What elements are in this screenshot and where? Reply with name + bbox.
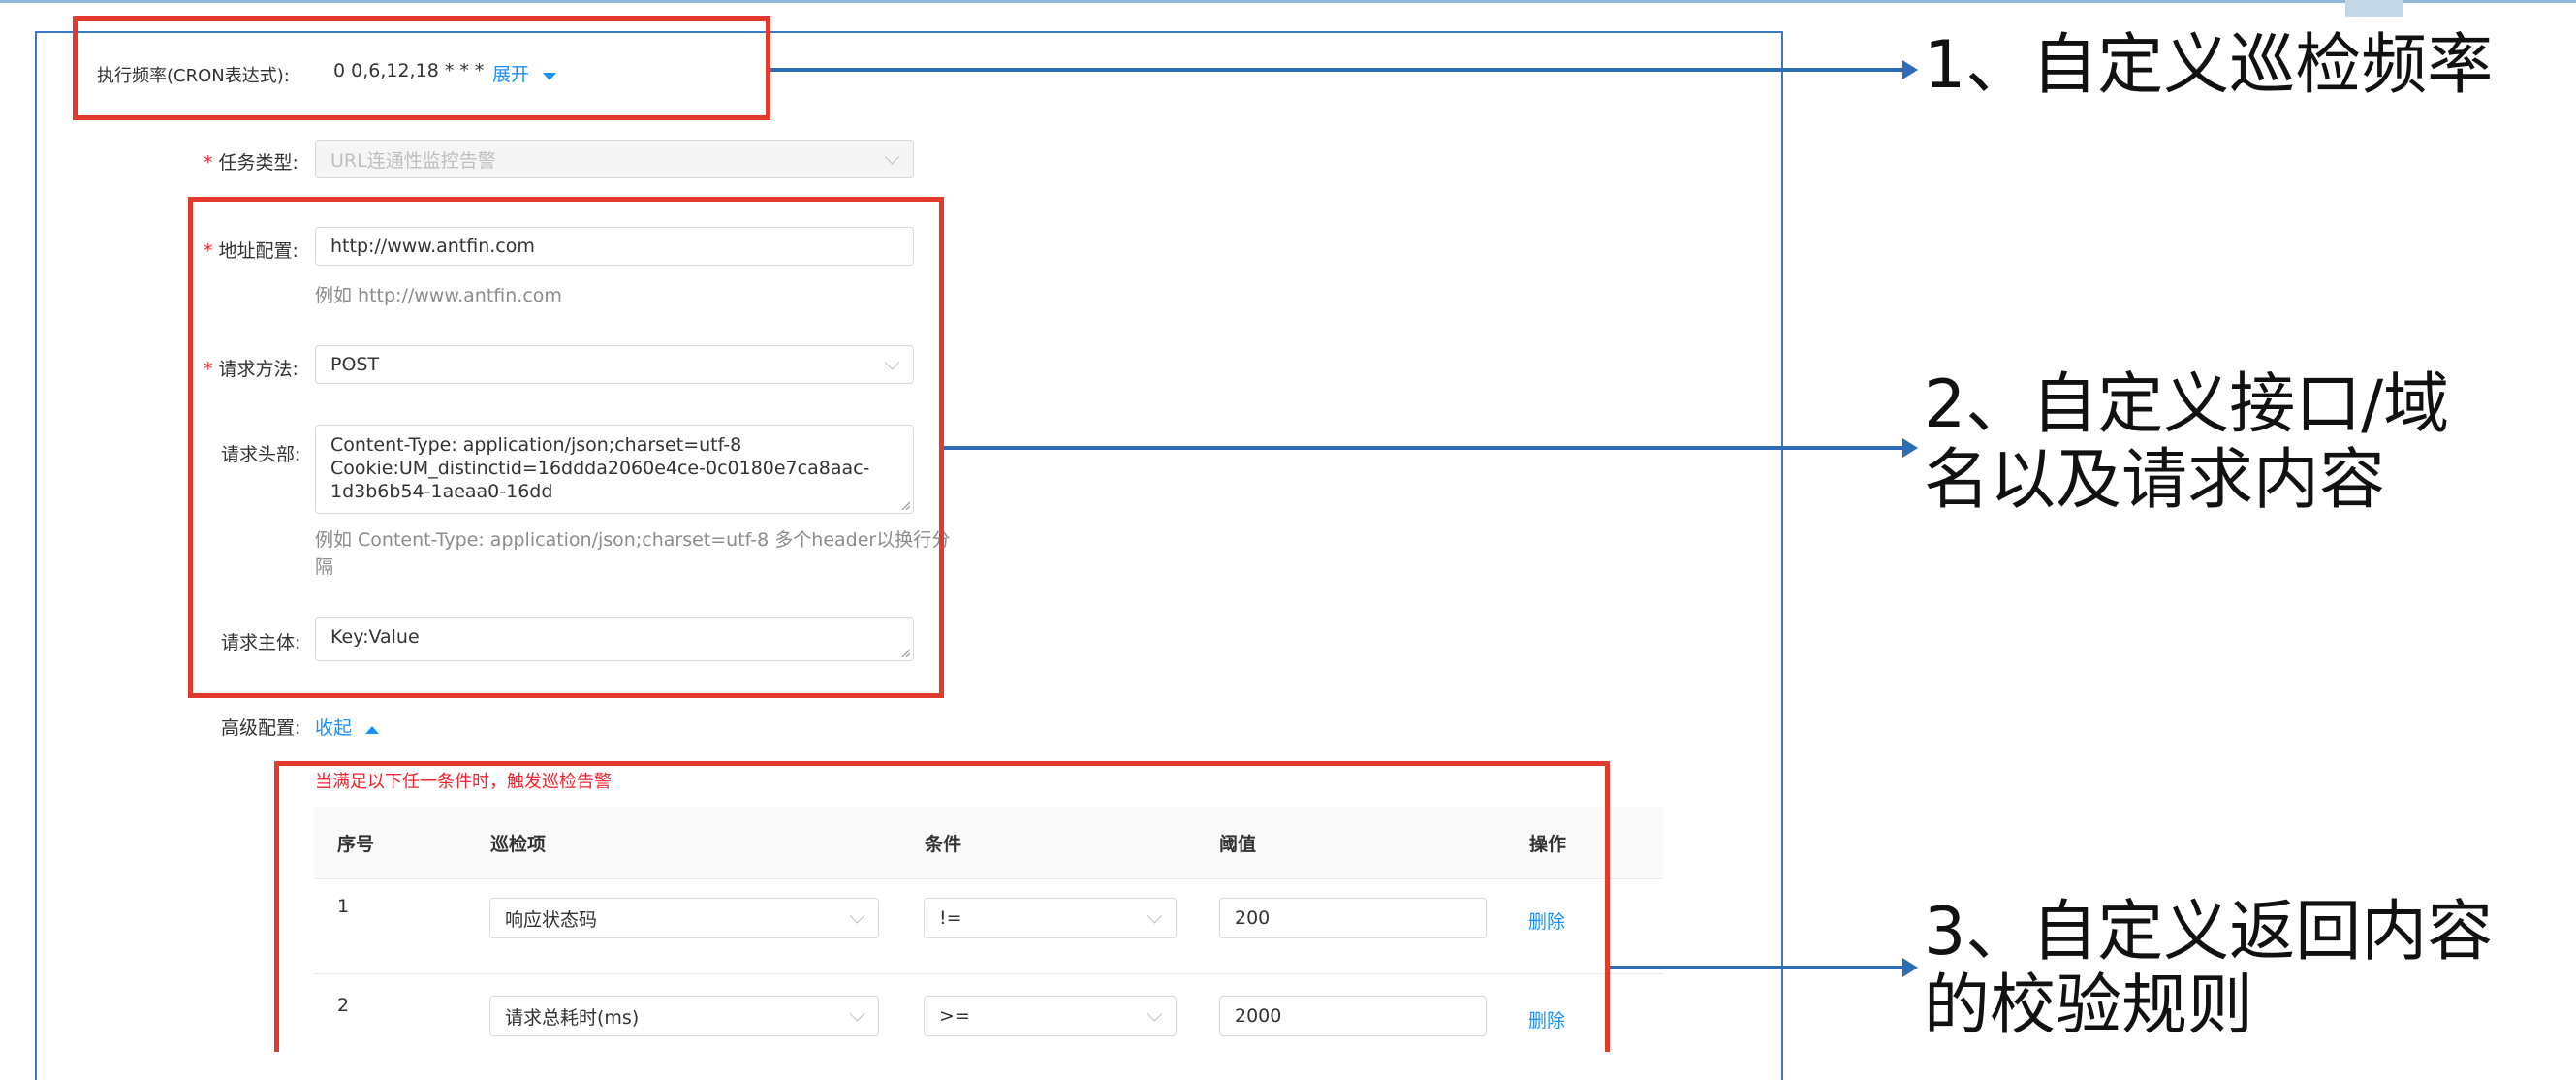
- arrow-head-1: [1902, 60, 1918, 79]
- annotation-1: 1、自定义巡检频率: [1924, 27, 2494, 104]
- annotation-2-line-2: 名以及请求内容: [1924, 442, 2386, 519]
- task-type-label: * 任务类型:: [204, 148, 298, 175]
- chevron-down-icon: [884, 149, 900, 165]
- annotation-3-line-1: 3、自定义返回内容: [1924, 894, 2494, 970]
- arrow-line-2: [944, 446, 1906, 450]
- caret-up-icon: [365, 725, 380, 734]
- annotation-3-line-2: 的校验规则: [1924, 968, 2254, 1044]
- task-type-value: URL连通性监控告警: [330, 149, 496, 172]
- arrow-head-3: [1902, 958, 1918, 977]
- task-type-select[interactable]: URL连通性监控告警: [315, 140, 914, 178]
- arrow-head-2: [1902, 438, 1918, 458]
- highlight-box-frequency: [73, 16, 770, 120]
- advanced-collapse-toggle[interactable]: 收起: [315, 714, 380, 740]
- task-type-label-text: 任务类型:: [218, 152, 298, 174]
- advanced-label: 高级配置:: [221, 717, 301, 739]
- advanced-toggle-label: 收起: [315, 717, 353, 739]
- required-mark: *: [204, 152, 213, 174]
- top-corner-decoration: [2345, 0, 2403, 17]
- arrow-line-1: [770, 68, 1906, 72]
- highlight-box-request: [188, 197, 944, 698]
- arrow-line-3: [1610, 966, 1906, 969]
- top-border-line: [0, 0, 2576, 3]
- annotation-2-line-1: 2、自定义接口/域: [1924, 366, 2450, 443]
- highlight-box-rules: [274, 761, 1610, 1052]
